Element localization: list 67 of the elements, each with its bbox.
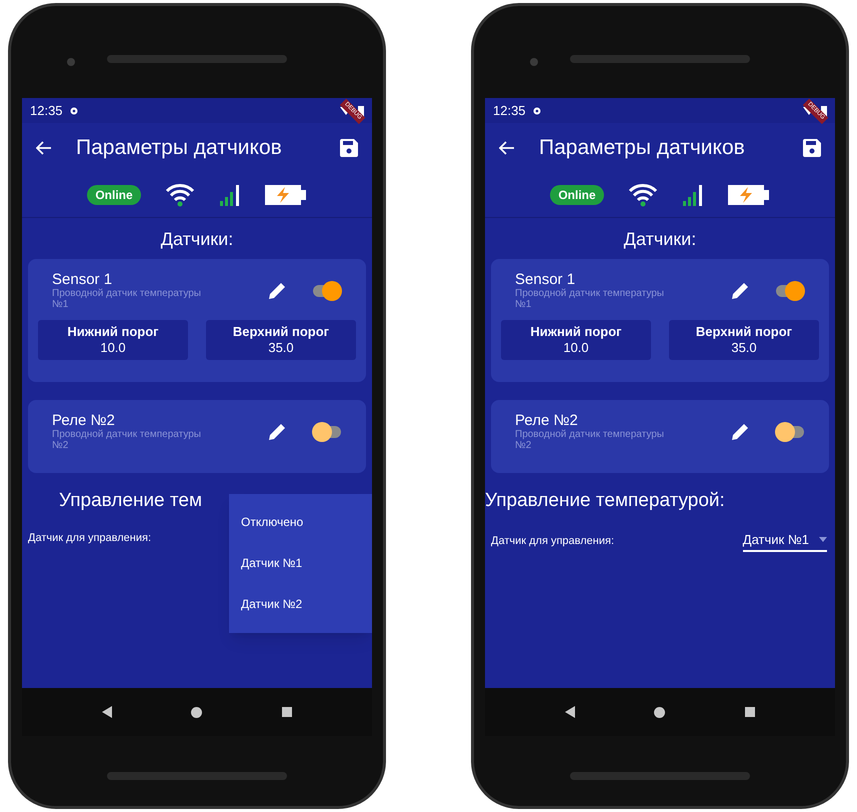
section-title: Датчики: xyxy=(622,228,698,251)
back-arrow-icon[interactable] xyxy=(499,141,515,155)
back-nav-icon[interactable] xyxy=(564,706,575,718)
threshold-value: 10.0 xyxy=(100,340,126,356)
wifi-icon xyxy=(164,183,195,207)
window-title: Параметры датчиков xyxy=(539,135,746,162)
threshold-field[interactable]: Нижний порог 10.0 xyxy=(38,320,188,360)
threshold-label: Нижний порог xyxy=(530,324,622,340)
threshold-field[interactable]: Верхний порог 35.0 xyxy=(206,320,356,360)
pencil-icon[interactable] xyxy=(730,422,750,442)
status-time: 12:35 xyxy=(493,102,526,120)
sensor-name: Реле №2 xyxy=(515,412,579,429)
status-time: 12:35 xyxy=(30,102,63,120)
threshold-value: 10.0 xyxy=(563,340,589,356)
sensor-description: Проводной датчик температуры №1 xyxy=(52,288,202,310)
online-badge: Online xyxy=(550,185,604,205)
home-nav-icon[interactable] xyxy=(654,706,666,718)
toggle-switch[interactable] xyxy=(312,422,342,442)
toggle-switch[interactable] xyxy=(312,280,342,300)
threshold-field[interactable]: Нижний порог 10.0 xyxy=(501,320,651,360)
back-nav-icon[interactable] xyxy=(102,706,112,718)
battery-charging-icon xyxy=(264,184,307,206)
battery-status-icon xyxy=(358,104,364,116)
section-title: Управление тем xyxy=(59,489,202,513)
gear-icon xyxy=(68,106,79,116)
sensor-name: Sensor 1 xyxy=(515,271,576,288)
control-label: Датчик для управления: xyxy=(491,534,614,548)
pencil-icon[interactable] xyxy=(267,280,287,300)
sensor-description: Проводной датчик температуры №2 xyxy=(515,429,665,451)
threshold-value: 35.0 xyxy=(268,340,294,356)
save-icon[interactable] xyxy=(803,139,821,157)
threshold-label: Верхний порог xyxy=(696,324,792,340)
pencil-icon[interactable] xyxy=(267,422,287,442)
menu-item[interactable]: Датчик №1 xyxy=(229,543,372,584)
section-title: Управление температурой: xyxy=(485,489,725,513)
sensor-description: Проводной датчик температуры №1 xyxy=(515,288,665,310)
sensor-description: Проводной датчик температуры №2 xyxy=(52,429,202,451)
home-nav-icon[interactable] xyxy=(191,706,202,718)
section-title: Датчики: xyxy=(160,228,234,251)
caret-icon xyxy=(819,536,827,542)
threshold-label: Нижний порог xyxy=(67,324,159,340)
save-icon[interactable] xyxy=(340,139,358,157)
toggle-switch[interactable] xyxy=(775,422,805,442)
recents-nav-icon[interactable] xyxy=(745,707,756,717)
gear-icon xyxy=(532,106,542,116)
threshold-field[interactable]: Верхний порог 35.0 xyxy=(669,320,819,360)
signal-icon xyxy=(218,183,241,207)
sensor-name: Реле №2 xyxy=(52,412,116,429)
wifi-icon xyxy=(628,183,658,207)
control-label: Датчик для управления: xyxy=(28,530,152,546)
back-arrow-icon[interactable] xyxy=(36,141,52,155)
toggle-switch[interactable] xyxy=(775,280,805,300)
battery-status-icon xyxy=(821,104,827,116)
signal-icon xyxy=(682,183,704,207)
camera-icon xyxy=(67,58,75,66)
menu-item[interactable]: Отключено xyxy=(229,502,372,543)
camera-icon xyxy=(530,58,538,66)
window-title: Параметры датчиков xyxy=(76,135,283,162)
online-badge: Online xyxy=(87,185,141,205)
sensor-dropdown[interactable]: Датчик №1 xyxy=(742,530,827,552)
threshold-value: 35.0 xyxy=(731,340,757,356)
threshold-label: Верхний порог xyxy=(232,324,330,340)
pencil-icon[interactable] xyxy=(730,280,750,300)
recents-nav-icon[interactable] xyxy=(282,707,292,717)
sensor-name: Sensor 1 xyxy=(52,271,114,288)
battery-charging-icon xyxy=(728,184,770,206)
menu-item[interactable]: Датчик №2 xyxy=(229,584,372,625)
